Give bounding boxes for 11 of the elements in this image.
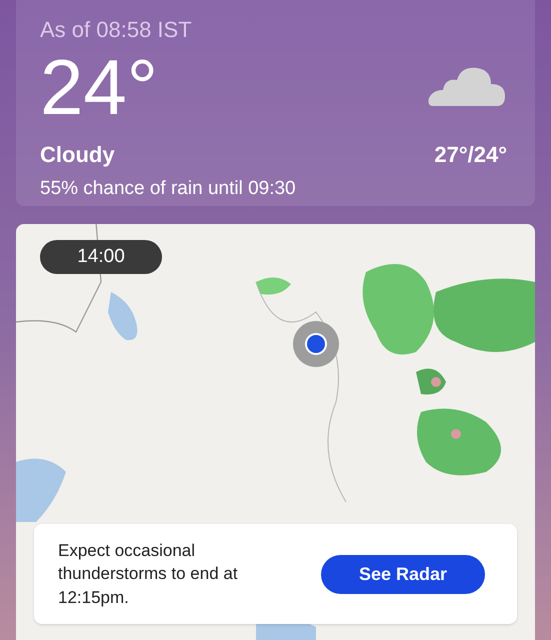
radar-map[interactable]: 14:00 Expect occasional thunderstorms to end at 12:15pm. See Radar bbox=[16, 224, 535, 640]
cloud-icon bbox=[427, 66, 507, 106]
rain-chance: 55% chance of rain until 09:30 bbox=[40, 176, 296, 200]
forecast-message: Expect occasional thunderstorms to end at 12:15pm. bbox=[58, 540, 239, 609]
see-radar-button[interactable]: See Radar bbox=[321, 554, 485, 594]
temperature: 24° bbox=[40, 48, 158, 126]
updated-time: As of 08:58 IST bbox=[40, 16, 192, 44]
high-low-temperature: 27°/24° bbox=[434, 141, 507, 169]
radar-time: 14:00 bbox=[40, 240, 162, 274]
condition: Cloudy bbox=[40, 140, 115, 169]
location-marker-icon bbox=[293, 321, 339, 367]
